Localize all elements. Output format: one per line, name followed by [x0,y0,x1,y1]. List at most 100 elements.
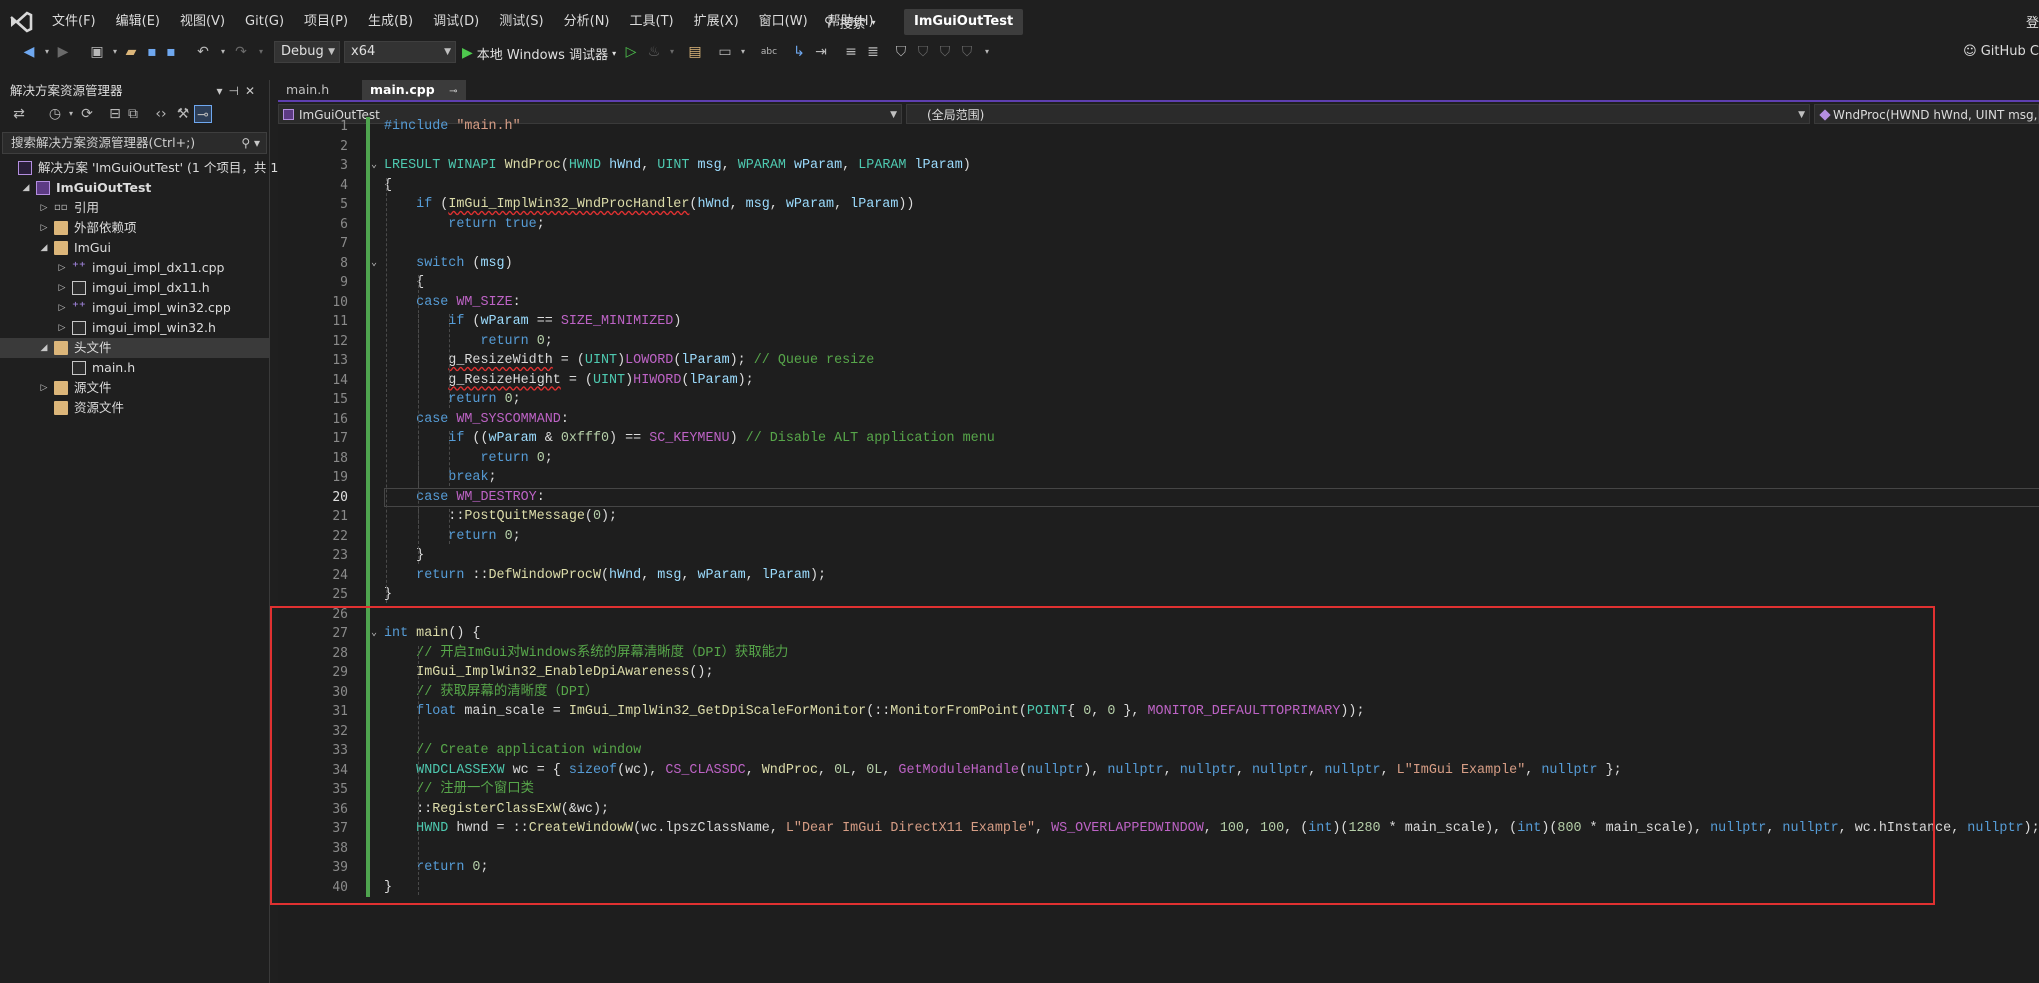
search-button[interactable]: ⚲ 搜索 ▾ [818,10,882,34]
code-line[interactable]: g_ResizeWidth = (UINT)LOWORD(lParam); //… [384,351,874,371]
menu-item[interactable]: 分析(N) [554,12,620,32]
menu-item[interactable]: 工具(T) [620,12,684,32]
code-line[interactable]: case WM_SIZE: [384,293,521,313]
navigate-forward-icon[interactable]: ▶ [54,43,72,61]
pin-icon[interactable]: ⊸ [449,86,457,97]
navigate-back-icon[interactable]: ◀ [20,43,38,61]
save-all-icon[interactable]: ▪ [162,43,180,61]
menu-item[interactable]: 文件(F) [42,12,106,32]
menu-item[interactable]: 编辑(E) [106,12,170,32]
collapsed-chevron-icon[interactable]: ▷ [56,298,68,318]
tree-item[interactable]: ▷ ▫▫ 引用 [0,198,269,218]
tree-item[interactable]: ◢ ImGui [0,238,269,258]
code-line[interactable]: g_ResizeHeight = (UINT)HIWORD(lParam); [384,371,753,391]
tree-item[interactable]: ▷ ⁺⁺ imgui_impl_win32.cpp [0,298,269,318]
code-line[interactable]: switch (msg) [384,254,512,274]
tree-item[interactable]: ▷ 外部依赖项 [0,218,269,238]
new-project-icon[interactable]: ▣ [88,43,106,61]
collapse-all-icon[interactable]: ⊟ [106,105,124,123]
menu-item[interactable]: Git(G) [235,12,294,32]
fold-toggle-icon[interactable]: ⌄ [371,257,377,268]
member-dropdown[interactable]: WndProc(HWND hWnd, UINT msg, WPARAM wPar… [1814,104,2039,124]
spell-check-icon[interactable]: abc [760,43,778,61]
open-folder-icon[interactable]: ▰ [122,43,140,61]
refresh-icon[interactable]: ⟳ [78,105,96,123]
tree-item[interactable]: ▷ imgui_impl_win32.h [0,318,269,338]
chevron-down-icon[interactable]: ▾ [734,43,752,61]
code-line[interactable]: return 0; [384,332,552,352]
collapsed-chevron-icon[interactable]: ▷ [56,258,68,278]
chevron-down-icon[interactable]: ▾ [663,43,681,61]
code-editor[interactable]: 1 2 3 4 5 6 7 8 9 10 11 12 13 14 15 16 17 18 19 20 21 22 23 24 2… [270,117,2039,983]
collapsed-chevron-icon[interactable]: ▷ [56,318,68,338]
project-dropdown[interactable]: ImGuiOutTest ▼ [278,104,902,124]
start-without-debugging-icon[interactable]: ▷ [622,43,640,61]
fold-toggle-icon[interactable]: ⌄ [371,159,377,170]
undo-icon[interactable]: ↶ [194,43,212,61]
code-line[interactable]: return ::DefWindowProcW(hWnd, msg, wPara… [384,566,826,586]
save-icon[interactable]: ▪ [143,43,161,61]
collapsed-chevron-icon[interactable]: ▷ [38,198,50,218]
step-over-icon[interactable]: ⇥ [812,43,830,61]
tree-item[interactable]: ▷ imgui_impl_dx11.h [0,278,269,298]
menu-item[interactable]: 视图(V) [170,12,235,32]
view-code-icon[interactable]: ‹› [152,105,170,123]
collapsed-chevron-icon[interactable]: ▷ [56,278,68,298]
collapsed-chevron-icon[interactable]: ▷ [38,378,50,398]
code-line[interactable]: if (wParam == SIZE_MINIMIZED) [384,312,681,332]
expanded-chevron-icon[interactable]: ◢ [20,178,32,198]
menu-item[interactable]: 项目(P) [294,12,358,32]
code-line[interactable]: #include "main.h" [384,117,521,137]
expanded-chevron-icon[interactable]: ◢ [38,338,50,358]
menu-item[interactable]: 窗口(W) [749,12,818,32]
menu-item[interactable]: 调试(D) [423,12,489,32]
chevron-down-icon[interactable]: ▾ [252,43,270,61]
window-position-icon[interactable]: ▾ [216,84,228,98]
code-line[interactable]: return 0; [384,527,520,547]
tree-item[interactable]: ▷ ⁺⁺ imgui_impl_dx11.cpp [0,258,269,278]
browser-link-icon[interactable]: ▤ [686,43,704,61]
uncomment-icon[interactable]: ≣ [864,43,882,61]
code-line[interactable]: if ((wParam & 0xfff0) == SC_KEYMENU) // … [384,429,994,449]
configuration-select[interactable]: Debug ▼ [274,41,340,63]
window-layout-icon[interactable]: ▭ [716,43,734,61]
code-line[interactable]: return 0; [384,449,552,469]
tree-item[interactable]: ◢ ImGuiOutTest [0,178,269,198]
preview-selected-items-icon[interactable]: ⊸ [194,105,212,123]
comment-icon[interactable]: ≡ [842,43,860,61]
show-all-files-icon[interactable]: ⧉ [124,105,142,123]
bookmark-clear-icon[interactable]: ⛉ [958,43,976,61]
tree-item[interactable]: main.h [0,358,269,378]
bookmark-icon[interactable]: ⛉ [892,43,910,61]
expanded-chevron-icon[interactable]: ◢ [38,238,50,258]
close-icon[interactable]: ✕ [245,84,261,98]
tab-main-h[interactable]: main.h [278,80,348,100]
chevron-down-icon[interactable]: ▾ [214,43,232,61]
tree-item[interactable]: 资源文件 [0,398,269,418]
code-line[interactable]: return true; [384,215,544,235]
platform-select[interactable]: x64 ▼ [344,41,456,63]
solution-title[interactable]: ImGuiOutTest [904,9,1024,35]
code-line[interactable]: if (ImGui_ImplWin32_WndProcHandler(hWnd,… [384,195,914,215]
code-line[interactable]: break; [384,468,496,488]
github-copilot-button[interactable]: ☺ GitHub C [1963,44,2039,59]
sync-with-document-icon[interactable]: ⇄ [10,105,28,123]
step-into-icon[interactable]: ↳ [790,43,808,61]
menu-item[interactable]: 测试(S) [489,12,553,32]
tree-item[interactable]: ▷ 源文件 [0,378,269,398]
start-debugging-button[interactable]: ▶ 本地 Windows 调试器 ▾ [462,43,616,63]
tree-item[interactable]: ◢ 头文件 [0,338,269,358]
tree-item[interactable]: 解决方案 'ImGuiOutTest' (1 个项目，共 1 [0,158,278,178]
properties-icon[interactable]: ⚒ [174,105,192,123]
menu-item[interactable]: 生成(B) [358,12,423,32]
code-line[interactable]: LRESULT WINAPI WndProc(HWND hWnd, UINT m… [384,156,971,176]
pin-icon[interactable]: ⊣ [228,84,244,98]
chevron-down-icon[interactable]: ▾ [978,43,996,61]
menu-item[interactable]: 扩展(X) [684,12,749,32]
tab-main-cpp[interactable]: main.cpp ⊸ ✕ [362,80,466,119]
sign-in-button[interactable]: 登 [2026,12,2039,31]
bookmark-prev-icon[interactable]: ⛉ [914,43,932,61]
bookmark-next-icon[interactable]: ⛉ [936,43,954,61]
collapsed-chevron-icon[interactable]: ▷ [38,218,50,238]
scope-dropdown[interactable]: (全局范围) ▼ [906,104,1810,124]
